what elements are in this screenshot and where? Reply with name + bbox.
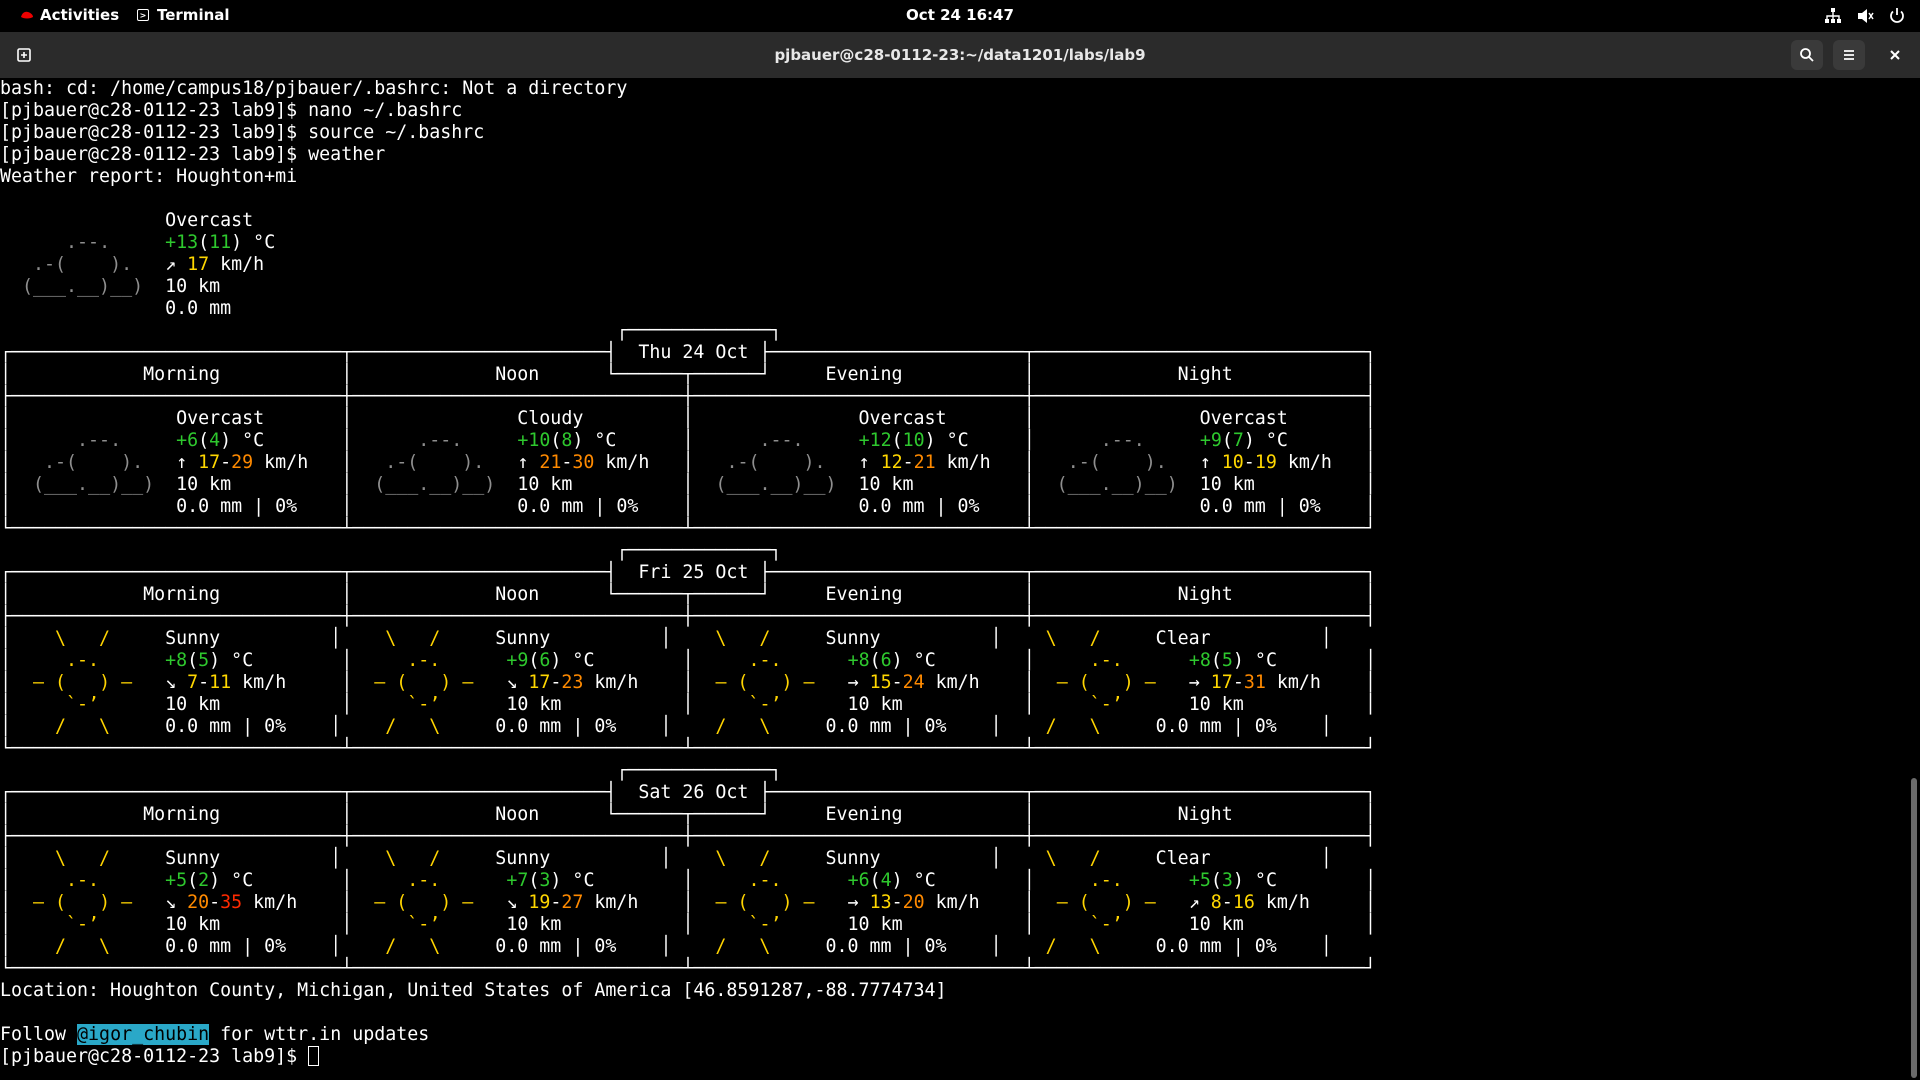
terminal-line: │ .-( ). ↑ 17-29 km/h │ .-( ). ↑ 21-30 k… <box>0 452 1376 473</box>
power-icon[interactable] <box>1888 7 1906 25</box>
terminal-line: │ ― ( ) ― ↘ 7-11 km/h │ ― ( ) ― ↘ 17-23 … <box>0 672 1376 693</box>
terminal-line: [pjbauer@c28-0112-23 lab9]$ <box>0 1046 320 1068</box>
terminal-line: [pjbauer@c28-0112-23 lab9]$ nano ~/.bash… <box>0 100 463 121</box>
terminal-line: Weather report: Houghton+mi <box>0 166 298 187</box>
terminal-line: │ Morning │ Noon └──────┬──────┘ Evening… <box>0 364 1376 385</box>
terminal-line: │ Morning │ Noon └──────┬──────┘ Evening… <box>0 804 1376 825</box>
terminal-line: ├──────────────────────────────┼────────… <box>0 826 1376 847</box>
terminal-line: │ / \ 0.0 mm | 0% │ / \ 0.0 mm | 0% │ / … <box>0 716 1332 737</box>
terminal-line: │ `-’ 10 km │ `-’ 10 km │ `-’ 10 km │ `-… <box>0 914 1376 935</box>
terminal-line: └──────────────────────────────┴────────… <box>0 738 1376 759</box>
terminal-line: Follow @igor_chubin for wttr.in updates <box>0 1024 430 1045</box>
terminal-line: ┌──────────────────────────────┬────────… <box>0 342 1376 363</box>
terminal-line: bash: cd: /home/campus18/pjbauer/.bashrc… <box>0 78 628 99</box>
terminal-line: │ \ / Sunny │ \ / Sunny │ \ / Sunny │ \ … <box>0 628 1332 649</box>
volume-icon[interactable] <box>1856 7 1874 25</box>
scrollbar[interactable] <box>1908 78 1920 1080</box>
terminal-line: │ Morning │ Noon └──────┬──────┘ Evening… <box>0 584 1376 605</box>
terminal-line: 0.0 mm <box>0 298 232 319</box>
terminal-line: ├──────────────────────────────┼────────… <box>0 606 1376 627</box>
terminal-line: .-( ). ↗ 17 km/h <box>33 254 265 275</box>
terminal-cursor <box>308 1046 320 1066</box>
system-tray[interactable] <box>1824 7 1906 25</box>
terminal-header-bar: pjbauer@c28-0112-23:~/data1201/labs/lab9 <box>0 32 1920 78</box>
terminal-line: │ .--. +6(4) °C │ .--. +10(8) °C │ .--. … <box>0 430 1376 451</box>
terminal-line: [pjbauer@c28-0112-23 lab9]$ source ~/.ba… <box>0 122 485 143</box>
terminal-line: │ .-. +5(2) °C │ .-. +7(3) °C │ .-. +6(4… <box>0 870 1377 891</box>
terminal-line: │ 0.0 mm | 0% │ 0.0 mm | 0% │ 0.0 mm | 0… <box>0 496 1376 517</box>
terminal-line: │ (___.__)__) 10 km │ (___.__)__) 10 km … <box>0 474 1376 495</box>
terminal-line: │ ― ( ) ― ↘ 20-35 km/h │ ― ( ) ― ↘ 19-27… <box>0 892 1376 913</box>
search-icon <box>1800 48 1814 62</box>
top-bar: Activities > Terminal Oct 24 16:47 <box>0 0 1920 32</box>
search-button[interactable] <box>1791 40 1823 70</box>
terminal-line: ├──────────────────────────────┼────────… <box>0 386 1376 407</box>
window-title: pjbauer@c28-0112-23:~/data1201/labs/lab9 <box>774 46 1146 64</box>
clock[interactable]: Oct 24 16:47 <box>0 6 1920 24</box>
terminal-line: ┌─────────────┐ <box>0 540 782 561</box>
terminal-line: Location: Houghton County, Michigan, Uni… <box>0 980 947 1001</box>
terminal-line: └──────────────────────────────┴────────… <box>0 518 1376 539</box>
close-button[interactable] <box>1879 40 1911 70</box>
close-icon <box>1890 50 1900 60</box>
terminal-line: │ .-. +8(5) °C │ .-. +9(6) °C │ .-. +8(6… <box>0 650 1377 671</box>
terminal-line: └──────────────────────────────┴────────… <box>0 958 1376 979</box>
terminal-line: ┌──────────────────────────────┬────────… <box>0 562 1376 583</box>
terminal-line: Overcast <box>0 210 254 231</box>
terminal-output[interactable]: bash: cd: /home/campus18/pjbauer/.bashrc… <box>0 78 1908 1080</box>
terminal-line: ┌─────────────┐ <box>0 320 782 341</box>
terminal-line: │ / \ 0.0 mm | 0% │ / \ 0.0 mm | 0% │ / … <box>0 936 1332 957</box>
menu-button[interactable] <box>1833 40 1865 70</box>
terminal-line: ┌──────────────────────────────┬────────… <box>0 782 1376 803</box>
terminal-line: .--. +13(11) °C <box>66 232 276 253</box>
terminal-line: ┌─────────────┐ <box>0 760 782 781</box>
terminal-line: (___.__)__) 10 km <box>22 276 221 297</box>
terminal-line: │ \ / Sunny │ \ / Sunny │ \ / Sunny │ \ … <box>0 848 1332 869</box>
terminal-line: │ `-’ 10 km │ `-’ 10 km │ `-’ 10 km │ `-… <box>0 694 1376 715</box>
hamburger-menu-icon <box>1844 50 1854 60</box>
scrollbar-thumb[interactable] <box>1911 778 1917 1078</box>
network-icon[interactable] <box>1824 7 1842 25</box>
terminal-line: │ Overcast │ Cloudy │ Overcast │ Overcas… <box>0 408 1376 429</box>
terminal-line: [pjbauer@c28-0112-23 lab9]$ weather <box>0 144 386 165</box>
